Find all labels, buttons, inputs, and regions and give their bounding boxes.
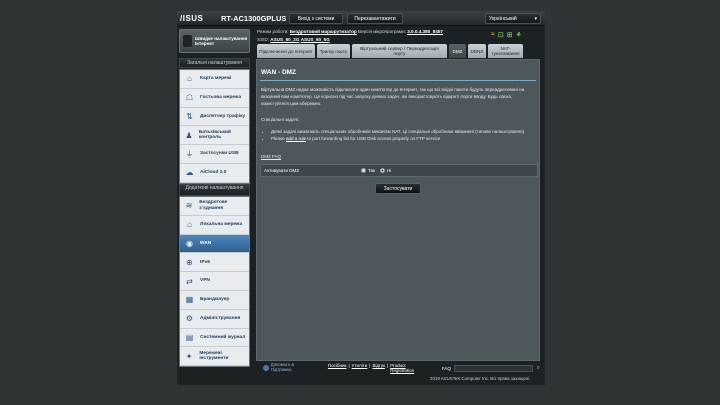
wizard-icon <box>183 35 192 47</box>
tools-icon: ✦ <box>185 351 193 361</box>
manual-link[interactable]: Посібник <box>328 363 347 373</box>
nav-aicloud[interactable]: ☁ AiCloud 2.0 <box>180 164 249 183</box>
parental-icon: ♟ <box>185 130 193 140</box>
help-icon <box>263 365 269 371</box>
log-icon: ▤ <box>185 332 194 342</box>
firewall-icon: ▦ <box>185 295 194 305</box>
nav-vpn[interactable]: ⇄ VPN <box>180 272 249 291</box>
lan-status-icon[interactable]: ⊞ <box>507 31 513 39</box>
usb-icon: ⏚ <box>185 149 194 159</box>
footer: Допомога & Підтримка Посібник | Утиліти | … <box>256 362 540 374</box>
faq-label: FAQ <box>441 365 451 371</box>
nav-usb-apps[interactable]: ⏚ Застосунки USB <box>180 145 249 164</box>
router-frame: /ISUS RT-AC1300GPLUS Вихід з системи Пер… <box>177 11 545 385</box>
enable-dmz-label: Активувати DMZ <box>264 168 300 173</box>
top-bar: /ISUS RT-AC1300GPLUS Вихід з системи Пер… <box>177 11 545 26</box>
vpn-icon: ⇄ <box>186 276 193 286</box>
radio-yes[interactable] <box>361 168 366 173</box>
chevron-down-icon: ▾ <box>534 15 537 22</box>
logout-button[interactable]: Вихід з системи <box>289 13 343 24</box>
reboot-button[interactable]: Перезавантажити <box>347 13 403 24</box>
tab-port-trigger[interactable]: Тригер порту <box>317 44 350 58</box>
nav-system-log[interactable]: ▤ Системний журнал <box>180 329 249 348</box>
enable-dmz-row: Активувати DMZ Так Ні <box>260 164 538 177</box>
firmware-link[interactable]: 3.0.0.4.380_8457 <box>407 29 443 34</box>
dmz-faq-link[interactable]: DMZ FAQ <box>261 154 281 159</box>
tab-nat-passthrough[interactable]: NAT-тунелювання <box>488 44 523 58</box>
language-select[interactable]: Український ▾ <box>485 13 541 24</box>
nav-wan[interactable]: ◉ WAN <box>180 234 249 254</box>
radio-no[interactable] <box>380 168 386 173</box>
dmz-panel: WAN - DMZ Віртуальна DMZ надає можливіст… <box>256 59 540 361</box>
note-ftp: Please add a rule to port forwarding lis… <box>271 135 535 142</box>
add-rule-link[interactable]: add a rule <box>286 136 306 141</box>
footer-links: Посібник | Утиліти | Відгук | Product Regis… <box>328 363 427 373</box>
ssid-5g: ASUS_60_5G <box>300 37 330 42</box>
dmz-no-option[interactable]: Ні <box>380 168 391 173</box>
cloud-icon: ☁ <box>185 168 194 178</box>
dmz-description: Віртуальна DMZ надає можливість підключа… <box>261 87 525 106</box>
page-title: WAN - DMZ <box>261 69 297 76</box>
status-icons: ≈ ⊡ ⊞ ⚘ <box>491 31 522 39</box>
note-nat: Деякі задачі вимагають спеціальних оброб… <box>271 128 535 135</box>
special-apps-label: Спеціальні задачі: <box>261 117 300 122</box>
tab-bar: Підключення до Інтернет Тригер порту Вір… <box>257 44 525 58</box>
nav-network-map[interactable]: ⌂ Карта мережі <box>180 70 249 89</box>
tab-virtual-server[interactable]: Віртуальний сервер / Переадресація порту <box>352 44 447 58</box>
nav-network-tools[interactable]: ✦ Мережеві інструменти <box>180 347 249 367</box>
status-block: Режим роботи: Бездротовий маршрутизатор … <box>257 29 443 42</box>
utility-link[interactable]: Утиліти <box>352 363 368 373</box>
nav-guest-network[interactable]: ☖ Гостьова мережа <box>180 89 249 108</box>
usb-status-icon[interactable]: ⊡ <box>498 31 504 39</box>
language-value: Український <box>489 15 517 22</box>
wifi-status-icon[interactable]: ≈ <box>491 31 495 39</box>
traffic-icon: ⇅ <box>186 111 193 121</box>
asus-logo: /ISUS <box>180 14 204 23</box>
search-icon[interactable]: ⌕ <box>537 365 540 372</box>
globe-icon: ◉ <box>186 238 193 248</box>
general-nav: ⌂ Карта мережі ☖ Гостьова мережа ⇅ Диспетче… <box>179 69 250 184</box>
nav-wireless[interactable]: ≋ Бездротове з`єднання <box>180 197 249 216</box>
apply-button[interactable]: Застосувати <box>375 183 421 194</box>
ssid-2g: ASUS_60_2G <box>270 37 300 42</box>
op-mode-link[interactable]: Бездротовий маршрутизатор <box>290 29 357 34</box>
notes-list: Деякі задачі вимагають спеціальних оброб… <box>271 128 535 142</box>
guest-icon: ☖ <box>185 93 194 103</box>
map-icon: ⌂ <box>187 74 192 84</box>
nav-lan[interactable]: ⌂ Локальна мережа <box>180 216 249 235</box>
admin-icon: ⚙ <box>185 314 194 324</box>
help-support[interactable]: Допомога & Підтримка <box>263 362 314 373</box>
nav-administration[interactable]: ⚙ Адміністрування <box>180 310 249 329</box>
nav-firewall[interactable]: ▦ Брандмауер <box>180 291 249 310</box>
registration-link[interactable]: Product Registration <box>390 363 426 373</box>
general-header: Загальні налаштування <box>179 58 250 68</box>
nav-parental-control[interactable]: ♟ Батьківський контроль <box>180 126 249 146</box>
nav-traffic-manager[interactable]: ⇅ Диспетчер трафіку <box>180 108 249 127</box>
advanced-header: Додаткові налаштування <box>179 184 250 196</box>
lan-icon: ⌂ <box>187 220 192 230</box>
ipv6-icon: ⊕ <box>186 257 193 267</box>
copyright: 2019 ASUSTeK Computer Inc. Всі права зах… <box>430 376 531 381</box>
tab-ddns[interactable]: DDNS <box>468 44 486 58</box>
tab-dmz[interactable]: DMZ <box>449 44 466 58</box>
nav-ipv6[interactable]: ⊕ IPv6 <box>180 253 249 273</box>
quick-setup-label: Швидке налаштування Інтернет <box>194 35 248 47</box>
faq-search-input[interactable] <box>453 364 533 372</box>
model-name: RT-AC1300GPLUS <box>221 14 287 23</box>
feedback-link[interactable]: Відгук <box>372 363 385 373</box>
app-status-icon[interactable]: ⚘ <box>516 31 522 39</box>
advanced-nav: ≋ Бездротове з`єднання ⌂ Локальна мережа ◉… <box>179 196 250 368</box>
wifi-icon: ≋ <box>185 201 193 211</box>
divider <box>260 80 536 81</box>
quick-setup-button[interactable]: Швидке налаштування Інтернет <box>179 29 250 53</box>
dmz-yes-option[interactable]: Так <box>361 168 375 173</box>
tab-internet[interactable]: Підключення до Інтернет <box>257 44 315 58</box>
